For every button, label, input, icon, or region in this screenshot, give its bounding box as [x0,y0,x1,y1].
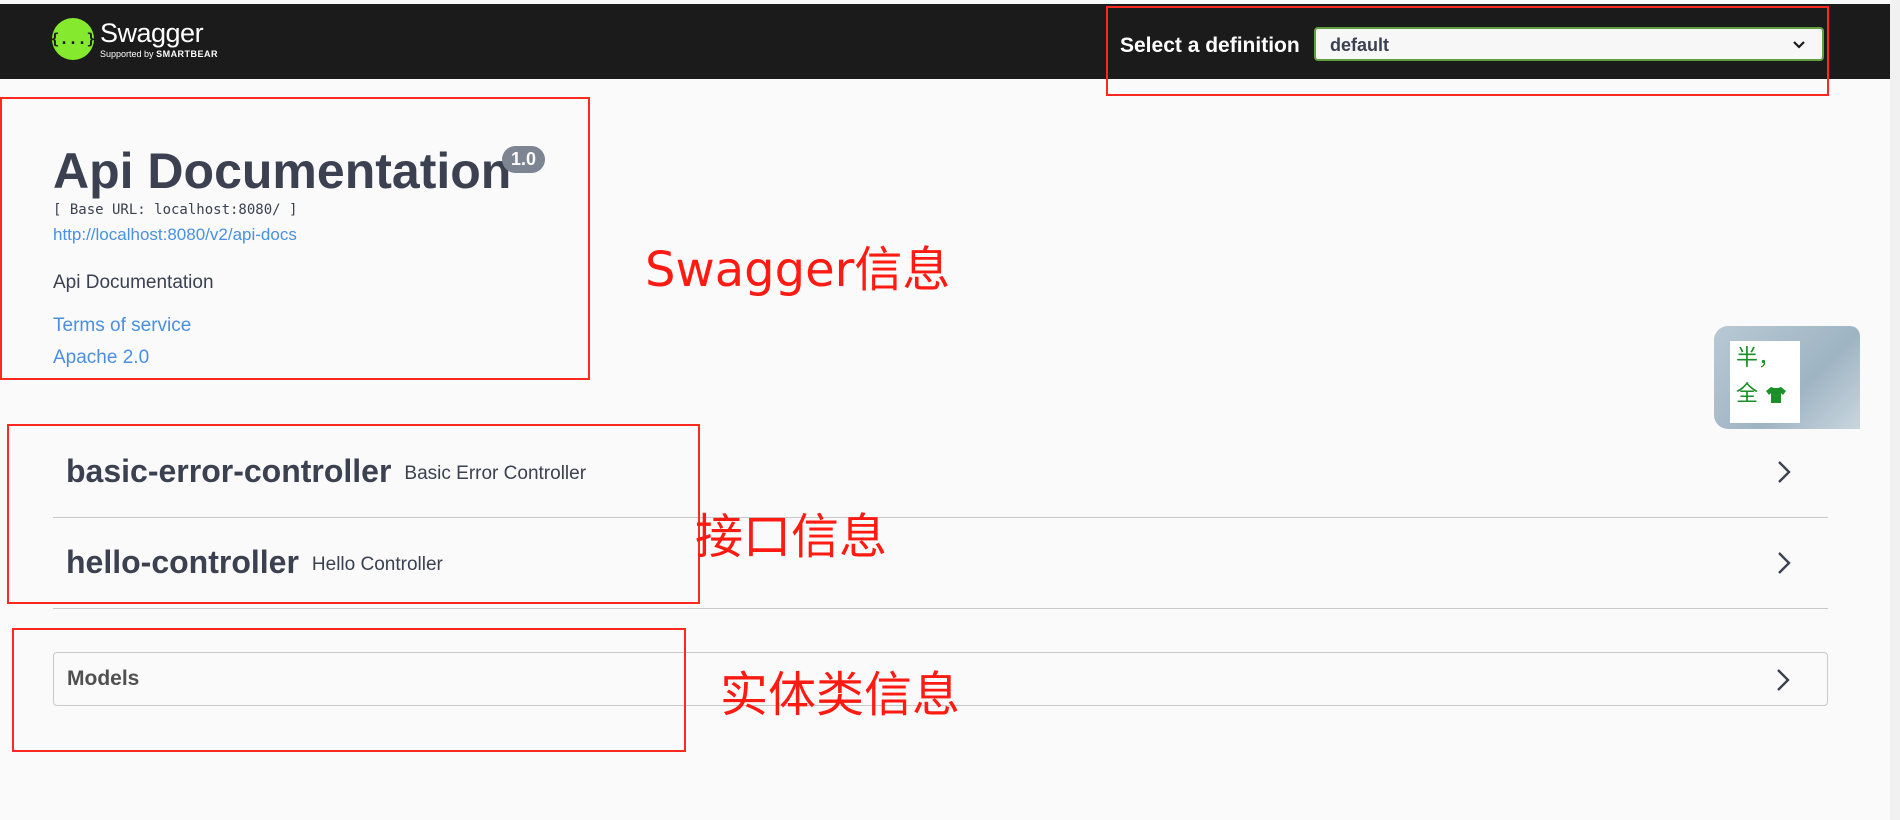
logo-supported-by: Supported by [100,48,154,59]
logo-title: Swagger [100,17,204,48]
annotation-entity-info: 实体类信息 [720,667,961,723]
annotation-box-swagger-info [0,97,590,380]
floating-widget[interactable]: 半， 全 [1714,326,1860,429]
annotation-box-definition [1106,6,1829,96]
logo-subtitle: Supported by SMARTBEAR [100,49,218,60]
annotation-swagger-info: Swagger信息 [645,242,951,298]
widget-card: 半， 全 [1730,341,1800,423]
annotation-box-entity-info [12,628,686,752]
scrollbar[interactable] [1890,0,1900,820]
widget-line-1: 半， [1736,346,1781,371]
swagger-logo[interactable]: {...} Swagger Supported by SMARTBEAR [50,17,218,60]
chevron-right-icon[interactable] [1776,459,1792,485]
annotation-box-api-info [7,424,700,604]
chevron-right-icon[interactable] [1776,550,1792,576]
chevron-right-icon[interactable] [1775,667,1791,693]
annotation-api-info: 接口信息 [695,509,888,565]
widget-line-2: 全 [1736,382,1759,407]
tshirt-icon [1766,387,1787,403]
swagger-logo-icon: {...} [50,18,96,60]
logo-brand: SMARTBEAR [156,48,219,59]
